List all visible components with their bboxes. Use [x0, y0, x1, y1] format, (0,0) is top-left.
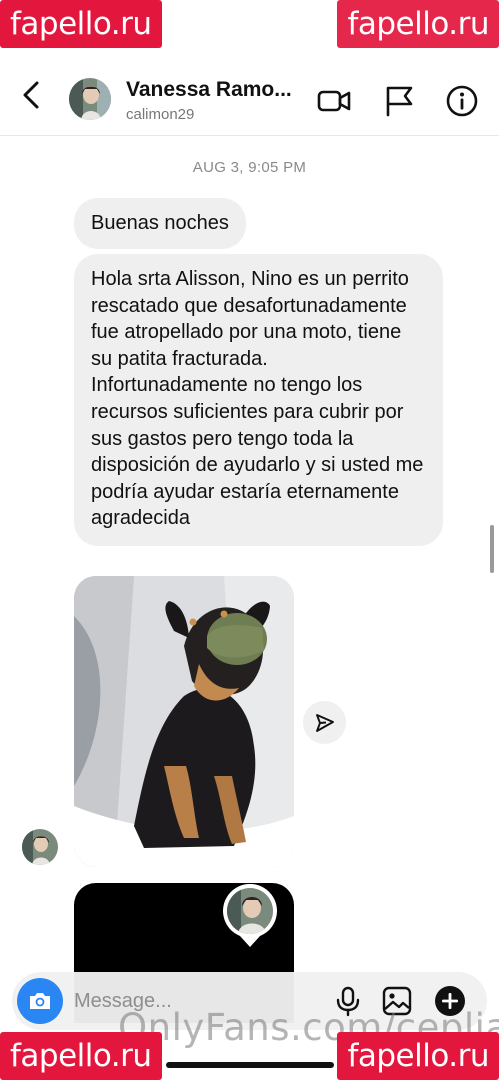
message-bubble[interactable]: Hola srta Alisson, Nino es un perrito re…: [74, 254, 443, 546]
chevron-left-icon: [23, 81, 39, 109]
reel-author-avatar[interactable]: [222, 883, 278, 948]
fapello-watermark-bottom-right: fapello.ru: [337, 1032, 499, 1080]
message-text: Buenas noches: [91, 212, 229, 234]
share-button[interactable]: [303, 701, 346, 744]
message-timestamp: AUG 3, 9:05 PM: [192, 159, 307, 176]
report-button[interactable]: [382, 84, 416, 118]
send-icon: [315, 713, 334, 732]
chat-header: Vanessa Ramo... calimon29: [0, 50, 499, 136]
profile-avatar[interactable]: [69, 78, 111, 120]
camera-button[interactable]: [17, 978, 63, 1024]
video-call-button[interactable]: [317, 84, 351, 118]
sender-avatar[interactable]: [22, 829, 58, 865]
contact-username: calimon29: [126, 106, 195, 123]
message-bubble[interactable]: Buenas noches: [74, 198, 246, 249]
info-button[interactable]: [445, 84, 479, 118]
fapello-watermark-top-left: fapello.ru: [0, 0, 162, 48]
fapello-watermark-top-right: fapello.ru: [337, 0, 499, 48]
info-icon: [446, 85, 478, 117]
scrollbar[interactable]: [490, 525, 494, 573]
back-button[interactable]: [14, 78, 48, 112]
camera-icon: [30, 993, 50, 1009]
dog-photo-message[interactable]: [74, 576, 294, 867]
video-call-icon: [317, 90, 351, 112]
dog-photo: [74, 576, 294, 867]
fapello-watermark-bottom-left: fapello.ru: [0, 1032, 162, 1080]
home-indicator[interactable]: [166, 1062, 334, 1068]
message-text: Hola srta Alisson, Nino es un perrito re…: [91, 268, 424, 530]
flag-icon: [386, 86, 413, 117]
contact-name[interactable]: Vanessa Ramo...: [126, 78, 292, 102]
